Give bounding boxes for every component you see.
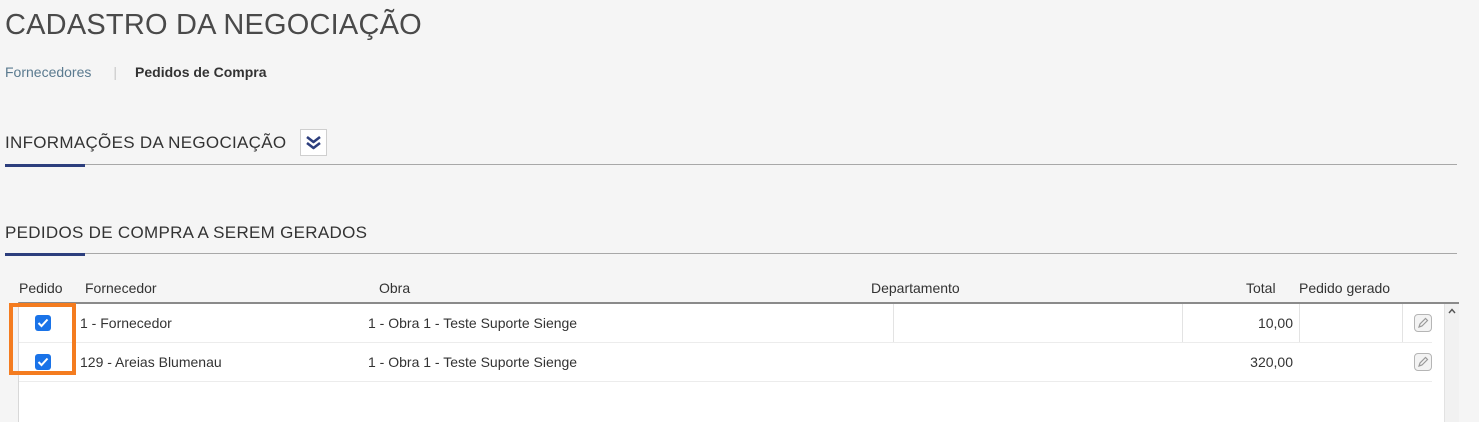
cell-obra: 1 - Obra 1 - Teste Suporte Sienge bbox=[368, 315, 578, 331]
section-orders-divider bbox=[5, 253, 1457, 254]
cell-fornecedor: 1 - Fornecedor bbox=[80, 315, 172, 331]
column-divider bbox=[1402, 304, 1403, 342]
column-divider bbox=[893, 304, 894, 342]
cell-obra: 1 - Obra 1 - Teste Suporte Sienge bbox=[368, 354, 578, 370]
table-row: 1 - Fornecedor 1 - Obra 1 - Teste Suport… bbox=[19, 304, 1432, 343]
page-title: CADASTRO DA NEGOCIAÇÃO bbox=[5, 9, 422, 41]
checkmark-icon bbox=[37, 318, 49, 328]
edit-icon[interactable] bbox=[1414, 353, 1432, 371]
cell-total: 10,00 bbox=[1257, 315, 1293, 331]
tab-fornecedores[interactable]: Fornecedores bbox=[5, 64, 91, 80]
col-header-obra[interactable]: Obra bbox=[379, 280, 410, 296]
col-header-fornecedor[interactable]: Fornecedor bbox=[85, 280, 157, 296]
row-checkbox[interactable] bbox=[35, 315, 51, 331]
expand-button[interactable] bbox=[300, 129, 328, 156]
section-info-title: INFORMAÇÕES DA NEGOCIAÇÃO bbox=[5, 132, 287, 152]
cell-total: 320,00 bbox=[1250, 354, 1293, 370]
column-divider bbox=[1299, 304, 1300, 342]
col-header-pedido-gerado[interactable]: Pedido gerado bbox=[1299, 280, 1390, 296]
edit-icon[interactable] bbox=[1414, 314, 1432, 332]
col-header-total[interactable]: Total bbox=[1246, 280, 1276, 296]
row-checkbox[interactable] bbox=[35, 354, 51, 370]
grid-body: 1 - Fornecedor 1 - Obra 1 - Teste Suport… bbox=[18, 302, 1459, 422]
section-info-divider bbox=[5, 164, 1457, 165]
section-info-accent bbox=[5, 164, 85, 167]
cell-fornecedor: 129 - Areias Blumenau bbox=[80, 354, 222, 370]
section-orders-title: PEDIDOS DE COMPRA A SEREM GERADOS bbox=[5, 223, 368, 242]
vertical-scrollbar[interactable] bbox=[1444, 304, 1459, 422]
double-chevron-down-icon bbox=[306, 135, 322, 150]
tab-separator: | bbox=[113, 64, 118, 80]
section-orders-accent bbox=[5, 253, 85, 256]
checkmark-icon bbox=[37, 357, 49, 367]
section-info-header: INFORMAÇÕES DA NEGOCIAÇÃO bbox=[5, 129, 328, 156]
grid-header: Pedido Fornecedor Obra Departamento Tota… bbox=[5, 276, 1457, 302]
col-header-pedido[interactable]: Pedido bbox=[19, 280, 63, 296]
section-orders-header: PEDIDOS DE COMPRA A SEREM GERADOS bbox=[5, 223, 367, 243]
table-row: 129 - Areias Blumenau 1 - Obra 1 - Teste… bbox=[19, 343, 1432, 382]
tab-pedidos-de-compra[interactable]: Pedidos de Compra bbox=[135, 64, 266, 80]
col-header-departamento[interactable]: Departamento bbox=[871, 280, 960, 296]
scroll-up-arrow-icon[interactable] bbox=[1448, 308, 1456, 314]
breadcrumb-tabs: Fornecedores | Pedidos de Compra bbox=[5, 64, 267, 80]
